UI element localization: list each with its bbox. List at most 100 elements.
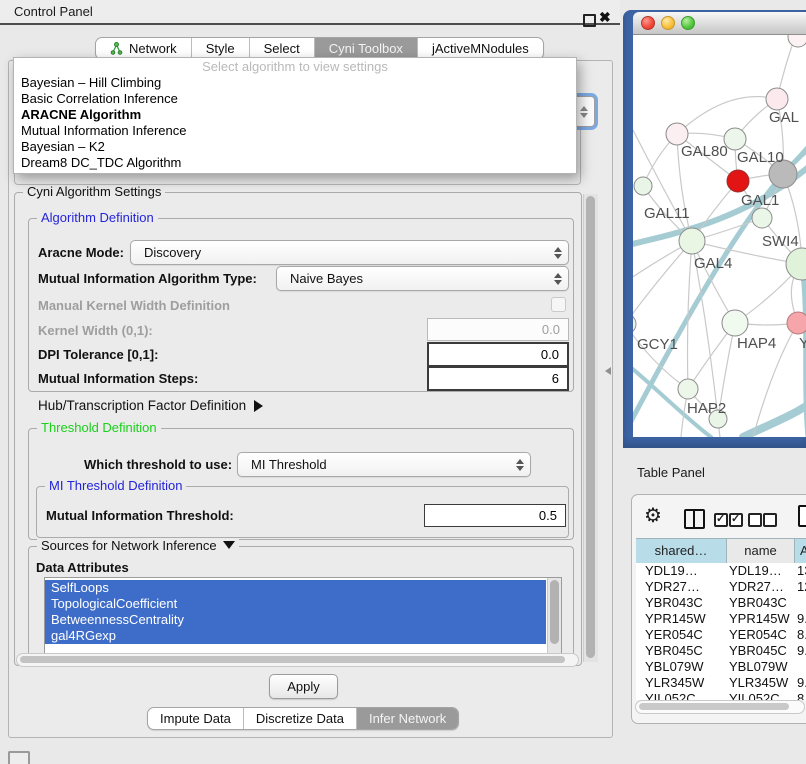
tab-jactivemnodules[interactable]: jActiveMNodules bbox=[417, 38, 543, 59]
column-header-name[interactable]: name bbox=[727, 538, 795, 564]
cell-name: YDL19… bbox=[729, 563, 795, 579]
node-label: GCY1 bbox=[637, 336, 678, 353]
node-label: HAP2 bbox=[687, 400, 726, 417]
network-node[interactable] bbox=[679, 228, 705, 254]
algorithm-option[interactable]: Basic Correlation Inference bbox=[14, 91, 576, 107]
column-header-partial[interactable]: A bbox=[795, 538, 806, 564]
cell-shared-name: YLR345W bbox=[645, 675, 725, 691]
deselect-all-icon[interactable] bbox=[748, 513, 762, 527]
network-window-titlebar[interactable] bbox=[633, 12, 806, 35]
tab-select[interactable]: Select bbox=[249, 38, 314, 59]
zoom-traffic-light-icon[interactable] bbox=[681, 16, 695, 30]
settings-scrollbar[interactable] bbox=[583, 194, 598, 662]
tab-infer-network-label: Infer Network bbox=[369, 711, 446, 726]
settings-hscrollbar-thumb[interactable] bbox=[20, 656, 565, 663]
settings-group-title: Cyni Algorithm Settings bbox=[23, 184, 165, 199]
aracne-mode-combo[interactable]: Discovery bbox=[130, 240, 569, 265]
attribute-item[interactable]: SelfLoops bbox=[45, 580, 546, 596]
collapse-down-icon[interactable] bbox=[223, 541, 235, 549]
attributes-scrollbar[interactable] bbox=[547, 578, 561, 655]
attributes-scrollbar-thumb[interactable] bbox=[550, 580, 559, 644]
table-row[interactable]: YDR27… YDR27… 12 bbox=[636, 579, 806, 595]
attribute-item[interactable]: TopologicalCoefficient bbox=[45, 596, 546, 612]
dpi-tolerance-label: DPI Tolerance [0,1]: bbox=[38, 347, 158, 362]
node-label: SWI4 bbox=[762, 233, 799, 250]
tab-discretize-data[interactable]: Discretize Data bbox=[243, 708, 356, 729]
network-node[interactable] bbox=[678, 379, 698, 399]
network-node[interactable] bbox=[752, 208, 772, 228]
hub-section[interactable]: Hub/Transcription Factor Definition bbox=[38, 398, 263, 413]
algorithm-option[interactable]: Bayesian – K2 bbox=[14, 139, 576, 155]
mi-threshold-label: Mutual Information Threshold: bbox=[46, 508, 234, 523]
panel-title: Control Panel bbox=[14, 4, 93, 19]
table-row[interactable]: YPR145W YPR145W 9. bbox=[636, 611, 806, 627]
table-row[interactable]: YER054C YER054C 8. bbox=[636, 627, 806, 643]
table-row[interactable]: YLR345W YLR345W 9. bbox=[636, 675, 806, 691]
kernel-width-field[interactable]: 0.0 bbox=[427, 318, 569, 341]
table-hscrollbar-thumb[interactable] bbox=[639, 703, 789, 710]
network-node[interactable] bbox=[786, 248, 806, 280]
sources-group-title[interactable]: Sources for Network Inference bbox=[37, 538, 239, 553]
network-node[interactable] bbox=[633, 314, 636, 334]
settings-hscrollbar[interactable] bbox=[16, 653, 579, 667]
tab-infer-network[interactable]: Infer Network bbox=[356, 708, 458, 729]
node-label: GAL4 bbox=[694, 255, 732, 272]
network-node[interactable] bbox=[722, 310, 748, 336]
combo-stepper-icon bbox=[550, 273, 566, 285]
select-all-icon[interactable] bbox=[729, 513, 743, 527]
function-builder-icon[interactable] bbox=[798, 505, 806, 527]
table-row[interactable]: YBR043C YBR043C bbox=[636, 595, 806, 611]
algorithm-option[interactable]: Mutual Information Inference bbox=[14, 123, 576, 139]
attribute-item[interactable]: gal4RGexp bbox=[45, 628, 546, 644]
deselect-all-icon[interactable] bbox=[763, 513, 777, 527]
table-row[interactable]: YBL079W YBL079W bbox=[636, 659, 806, 675]
network-node[interactable] bbox=[788, 35, 806, 47]
column-header-shared-name[interactable]: shared… bbox=[636, 538, 727, 564]
tab-impute-data[interactable]: Impute Data bbox=[148, 708, 243, 729]
algorithm-option[interactable]: Bayesian – Hill Climbing bbox=[14, 75, 576, 91]
algorithm-option-selected[interactable]: ARACNE Algorithm bbox=[14, 107, 576, 123]
mi-type-label: Mutual Information Algorithm Type: bbox=[38, 271, 257, 286]
settings-gear-icon[interactable]: ⚙ bbox=[644, 506, 662, 526]
docked-panel-icon[interactable] bbox=[8, 751, 30, 764]
table-row[interactable]: YDL19… YDL19… 13 bbox=[636, 563, 806, 579]
cell-name: YBR043C bbox=[729, 595, 795, 611]
node-label: HAP4 bbox=[737, 335, 776, 352]
algorithm-option[interactable]: Dream8 DC_TDC Algorithm bbox=[14, 155, 576, 171]
network-node[interactable] bbox=[787, 312, 806, 334]
network-node-selected[interactable] bbox=[727, 170, 749, 192]
mi-type-combo[interactable]: Naive Bayes bbox=[276, 266, 569, 291]
table-hscrollbar[interactable] bbox=[635, 700, 805, 714]
cell-name: YER054C bbox=[729, 627, 795, 643]
hub-section-label: Hub/Transcription Factor Definition bbox=[38, 398, 246, 413]
algorithm-dropdown-popup: Select algorithm to view settings Bayesi… bbox=[13, 57, 577, 174]
tab-style[interactable]: Style bbox=[191, 38, 249, 59]
attribute-item[interactable]: BetweennessCentrality bbox=[45, 612, 546, 628]
close-icon[interactable]: ✖ bbox=[599, 9, 611, 26]
network-node[interactable] bbox=[666, 123, 688, 145]
which-threshold-combo[interactable]: MI Threshold bbox=[237, 452, 531, 477]
tab-network[interactable]: Network bbox=[96, 38, 191, 59]
table-body: YDL19… YDL19… 13 YDR27… YDR27… 12 YBR043… bbox=[636, 563, 806, 700]
mi-threshold-field[interactable]: 0.5 bbox=[424, 504, 566, 527]
table-row[interactable]: YIL052C YIL052C 8 bbox=[636, 691, 806, 700]
table-row[interactable]: YBR045C YBR045C 9. bbox=[636, 643, 806, 659]
select-all-icon[interactable] bbox=[714, 513, 728, 527]
threshold-definition-title: Threshold Definition bbox=[37, 420, 161, 435]
panel-splitter-handle[interactable] bbox=[605, 367, 611, 375]
minimize-traffic-light-icon[interactable] bbox=[661, 16, 675, 30]
network-node[interactable] bbox=[766, 88, 788, 110]
tab-cyni-toolbox[interactable]: Cyni Toolbox bbox=[314, 38, 417, 59]
dpi-tolerance-field[interactable]: 0.0 bbox=[427, 342, 569, 367]
manual-kernel-checkbox[interactable] bbox=[551, 297, 566, 312]
cell-name: YLR345W bbox=[729, 675, 795, 691]
column-layout-icon[interactable] bbox=[684, 509, 705, 529]
close-traffic-light-icon[interactable] bbox=[641, 16, 655, 30]
expand-right-icon[interactable] bbox=[254, 400, 263, 412]
network-view[interactable]: GAL GAL80 GAL10 GAL1 GAL11 SWI4 GAL4 GCY… bbox=[633, 35, 806, 437]
network-node[interactable] bbox=[634, 177, 652, 195]
apply-button[interactable]: Apply bbox=[269, 674, 338, 699]
mi-steps-field[interactable]: 6 bbox=[427, 366, 569, 391]
float-window-icon[interactable] bbox=[583, 14, 596, 27]
settings-scrollbar-thumb[interactable] bbox=[586, 196, 595, 658]
